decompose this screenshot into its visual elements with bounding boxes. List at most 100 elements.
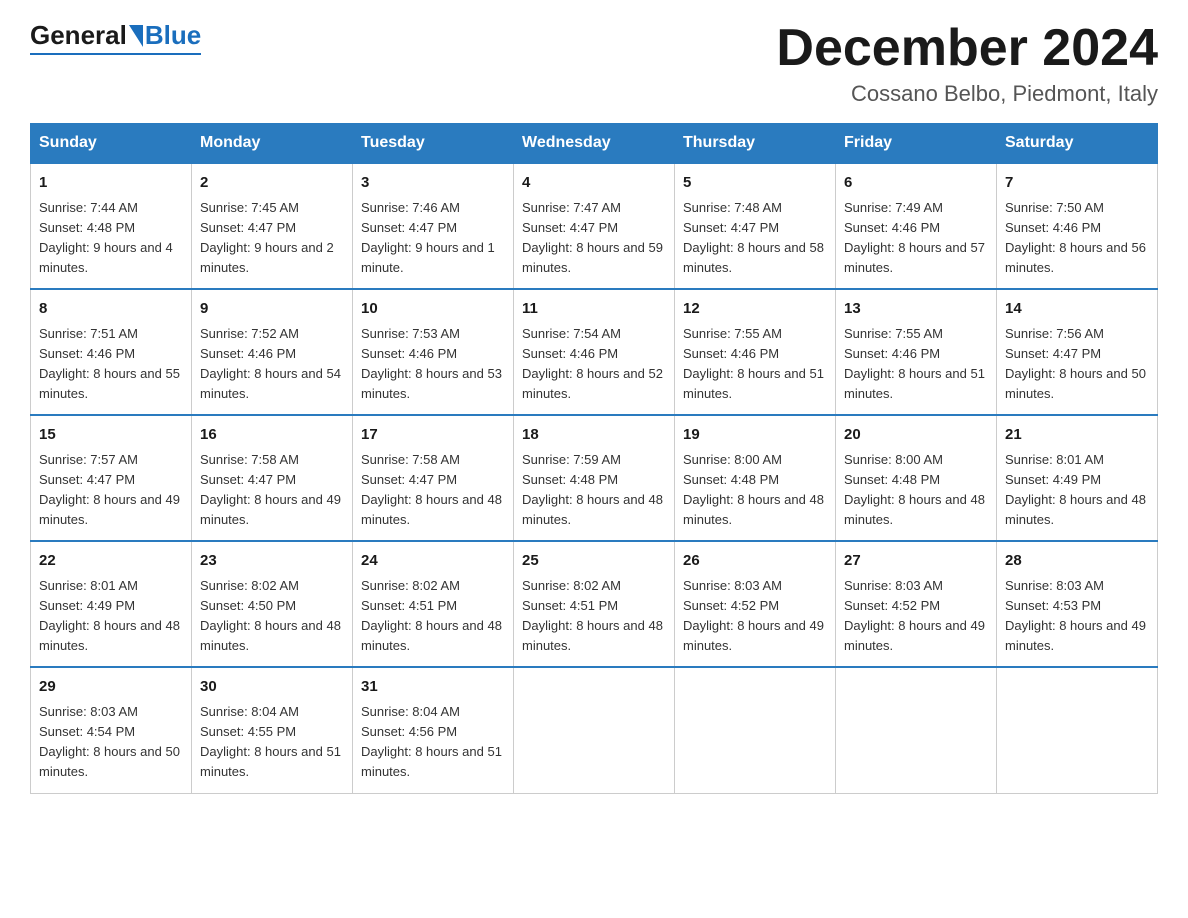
week-row-1: 1 Sunrise: 7:44 AMSunset: 4:48 PMDayligh…: [31, 163, 1158, 289]
day-info: Sunrise: 8:01 AMSunset: 4:49 PMDaylight:…: [1005, 452, 1146, 527]
calendar-cell: 4 Sunrise: 7:47 AMSunset: 4:47 PMDayligh…: [514, 163, 675, 289]
day-number: 21: [1005, 424, 1149, 447]
calendar-cell: 2 Sunrise: 7:45 AMSunset: 4:47 PMDayligh…: [192, 163, 353, 289]
day-info: Sunrise: 8:00 AMSunset: 4:48 PMDaylight:…: [683, 452, 824, 527]
day-info: Sunrise: 7:46 AMSunset: 4:47 PMDaylight:…: [361, 200, 495, 275]
day-info: Sunrise: 8:02 AMSunset: 4:51 PMDaylight:…: [361, 578, 502, 653]
day-info: Sunrise: 7:50 AMSunset: 4:46 PMDaylight:…: [1005, 200, 1146, 275]
week-row-2: 8 Sunrise: 7:51 AMSunset: 4:46 PMDayligh…: [31, 289, 1158, 415]
day-number: 8: [39, 298, 183, 321]
day-number: 22: [39, 550, 183, 573]
calendar-cell: 22 Sunrise: 8:01 AMSunset: 4:49 PMDaylig…: [31, 541, 192, 667]
day-number: 9: [200, 298, 344, 321]
title-area: December 2024 Cossano Belbo, Piedmont, I…: [776, 20, 1158, 107]
day-info: Sunrise: 7:44 AMSunset: 4:48 PMDaylight:…: [39, 200, 173, 275]
day-number: 25: [522, 550, 666, 573]
calendar-cell: 14 Sunrise: 7:56 AMSunset: 4:47 PMDaylig…: [997, 289, 1158, 415]
calendar-cell: 15 Sunrise: 7:57 AMSunset: 4:47 PMDaylig…: [31, 415, 192, 541]
calendar-cell: [997, 667, 1158, 793]
calendar-cell: 8 Sunrise: 7:51 AMSunset: 4:46 PMDayligh…: [31, 289, 192, 415]
calendar-cell: 30 Sunrise: 8:04 AMSunset: 4:55 PMDaylig…: [192, 667, 353, 793]
logo-blue: Blue: [145, 20, 201, 51]
logo: General Blue: [30, 20, 201, 55]
day-number: 5: [683, 172, 827, 195]
weekday-header-thursday: Thursday: [675, 124, 836, 164]
day-number: 20: [844, 424, 988, 447]
page-header: General Blue December 2024 Cossano Belbo…: [30, 20, 1158, 107]
calendar-cell: 5 Sunrise: 7:48 AMSunset: 4:47 PMDayligh…: [675, 163, 836, 289]
day-info: Sunrise: 7:52 AMSunset: 4:46 PMDaylight:…: [200, 326, 341, 401]
weekday-header-sunday: Sunday: [31, 124, 192, 164]
calendar-cell: 11 Sunrise: 7:54 AMSunset: 4:46 PMDaylig…: [514, 289, 675, 415]
day-number: 13: [844, 298, 988, 321]
weekday-header-tuesday: Tuesday: [353, 124, 514, 164]
day-number: 29: [39, 676, 183, 699]
day-number: 16: [200, 424, 344, 447]
day-number: 18: [522, 424, 666, 447]
day-info: Sunrise: 7:51 AMSunset: 4:46 PMDaylight:…: [39, 326, 180, 401]
calendar-cell: 25 Sunrise: 8:02 AMSunset: 4:51 PMDaylig…: [514, 541, 675, 667]
day-info: Sunrise: 7:53 AMSunset: 4:46 PMDaylight:…: [361, 326, 502, 401]
weekday-header-monday: Monday: [192, 124, 353, 164]
day-info: Sunrise: 8:04 AMSunset: 4:56 PMDaylight:…: [361, 704, 502, 779]
calendar-cell: 6 Sunrise: 7:49 AMSunset: 4:46 PMDayligh…: [836, 163, 997, 289]
calendar-cell: 19 Sunrise: 8:00 AMSunset: 4:48 PMDaylig…: [675, 415, 836, 541]
week-row-3: 15 Sunrise: 7:57 AMSunset: 4:47 PMDaylig…: [31, 415, 1158, 541]
weekday-header-wednesday: Wednesday: [514, 124, 675, 164]
calendar-cell: 26 Sunrise: 8:03 AMSunset: 4:52 PMDaylig…: [675, 541, 836, 667]
day-number: 27: [844, 550, 988, 573]
calendar-cell: 7 Sunrise: 7:50 AMSunset: 4:46 PMDayligh…: [997, 163, 1158, 289]
day-number: 11: [522, 298, 666, 321]
weekday-header-saturday: Saturday: [997, 124, 1158, 164]
day-info: Sunrise: 7:45 AMSunset: 4:47 PMDaylight:…: [200, 200, 334, 275]
calendar-cell: 10 Sunrise: 7:53 AMSunset: 4:46 PMDaylig…: [353, 289, 514, 415]
day-info: Sunrise: 8:02 AMSunset: 4:51 PMDaylight:…: [522, 578, 663, 653]
day-info: Sunrise: 7:55 AMSunset: 4:46 PMDaylight:…: [683, 326, 824, 401]
day-number: 30: [200, 676, 344, 699]
weekday-header-row: SundayMondayTuesdayWednesdayThursdayFrid…: [31, 124, 1158, 164]
day-number: 7: [1005, 172, 1149, 195]
weekday-header-friday: Friday: [836, 124, 997, 164]
logo-text: General Blue: [30, 20, 201, 51]
calendar-cell: 13 Sunrise: 7:55 AMSunset: 4:46 PMDaylig…: [836, 289, 997, 415]
calendar-cell: 28 Sunrise: 8:03 AMSunset: 4:53 PMDaylig…: [997, 541, 1158, 667]
day-info: Sunrise: 7:54 AMSunset: 4:46 PMDaylight:…: [522, 326, 663, 401]
calendar-cell: [514, 667, 675, 793]
day-info: Sunrise: 8:00 AMSunset: 4:48 PMDaylight:…: [844, 452, 985, 527]
day-number: 1: [39, 172, 183, 195]
day-info: Sunrise: 8:03 AMSunset: 4:54 PMDaylight:…: [39, 704, 180, 779]
location-title: Cossano Belbo, Piedmont, Italy: [776, 81, 1158, 107]
day-info: Sunrise: 7:59 AMSunset: 4:48 PMDaylight:…: [522, 452, 663, 527]
calendar-cell: 3 Sunrise: 7:46 AMSunset: 4:47 PMDayligh…: [353, 163, 514, 289]
day-number: 31: [361, 676, 505, 699]
calendar-cell: 18 Sunrise: 7:59 AMSunset: 4:48 PMDaylig…: [514, 415, 675, 541]
day-number: 23: [200, 550, 344, 573]
calendar-cell: [675, 667, 836, 793]
calendar-cell: 1 Sunrise: 7:44 AMSunset: 4:48 PMDayligh…: [31, 163, 192, 289]
calendar-cell: 17 Sunrise: 7:58 AMSunset: 4:47 PMDaylig…: [353, 415, 514, 541]
calendar-cell: [836, 667, 997, 793]
calendar-cell: 16 Sunrise: 7:58 AMSunset: 4:47 PMDaylig…: [192, 415, 353, 541]
day-number: 19: [683, 424, 827, 447]
week-row-5: 29 Sunrise: 8:03 AMSunset: 4:54 PMDaylig…: [31, 667, 1158, 793]
day-info: Sunrise: 7:57 AMSunset: 4:47 PMDaylight:…: [39, 452, 180, 527]
calendar-cell: 24 Sunrise: 8:02 AMSunset: 4:51 PMDaylig…: [353, 541, 514, 667]
day-number: 17: [361, 424, 505, 447]
logo-general: General: [30, 20, 127, 51]
calendar-table: SundayMondayTuesdayWednesdayThursdayFrid…: [30, 123, 1158, 793]
day-info: Sunrise: 7:56 AMSunset: 4:47 PMDaylight:…: [1005, 326, 1146, 401]
logo-underline: [30, 53, 201, 55]
day-number: 28: [1005, 550, 1149, 573]
day-number: 24: [361, 550, 505, 573]
day-number: 15: [39, 424, 183, 447]
calendar-cell: 9 Sunrise: 7:52 AMSunset: 4:46 PMDayligh…: [192, 289, 353, 415]
day-info: Sunrise: 8:04 AMSunset: 4:55 PMDaylight:…: [200, 704, 341, 779]
calendar-cell: 29 Sunrise: 8:03 AMSunset: 4:54 PMDaylig…: [31, 667, 192, 793]
day-number: 3: [361, 172, 505, 195]
day-number: 12: [683, 298, 827, 321]
day-number: 6: [844, 172, 988, 195]
day-number: 10: [361, 298, 505, 321]
month-title: December 2024: [776, 20, 1158, 77]
calendar-cell: 12 Sunrise: 7:55 AMSunset: 4:46 PMDaylig…: [675, 289, 836, 415]
day-info: Sunrise: 8:02 AMSunset: 4:50 PMDaylight:…: [200, 578, 341, 653]
